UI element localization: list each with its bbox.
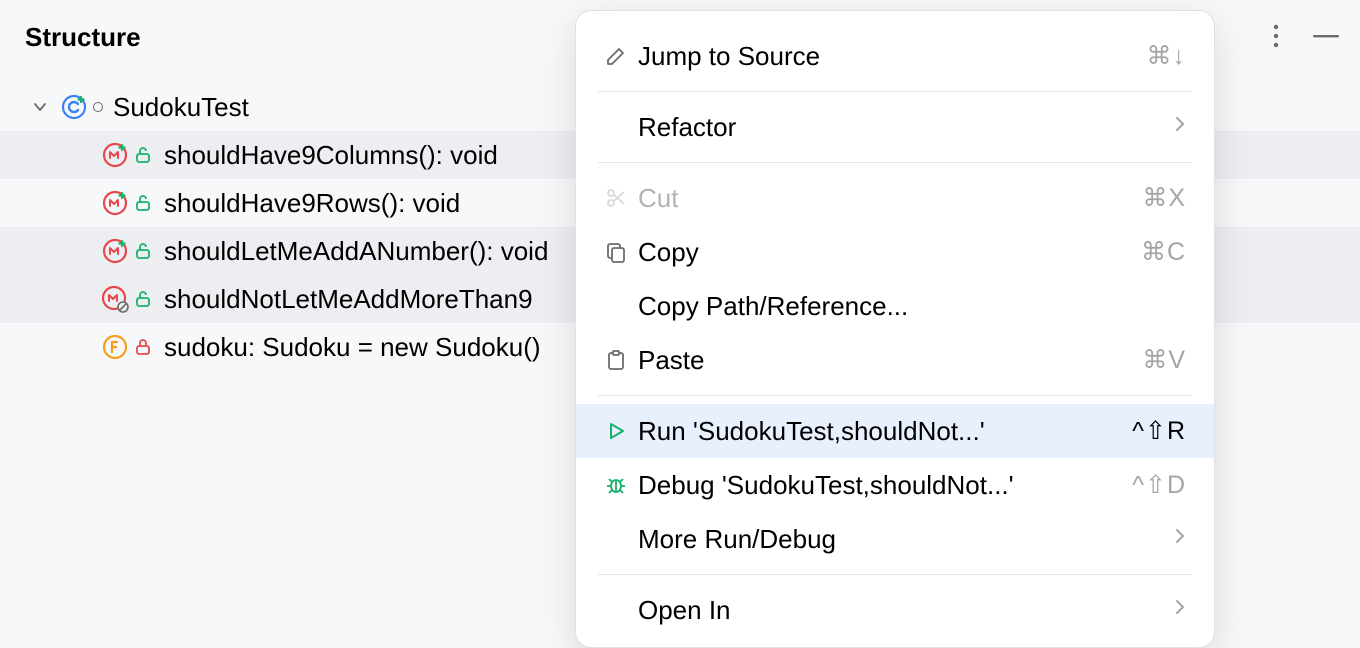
lock-open-icon	[134, 290, 152, 308]
lock-open-icon	[134, 194, 152, 212]
menu-label: Jump to Source	[638, 41, 1147, 72]
method-disabled-icon	[100, 284, 130, 314]
tree-item-label: shouldHave9Columns(): void	[164, 140, 498, 171]
visibility-dot-icon	[93, 102, 103, 112]
menu-shortcut: ⌘X	[1142, 183, 1186, 213]
tree-root-label: SudokuTest	[113, 92, 249, 123]
menu-separator	[598, 162, 1192, 163]
menu-jump-to-source[interactable]: Jump to Source ⌘↓	[576, 29, 1214, 83]
method-icon	[100, 140, 130, 170]
menu-paste[interactable]: Paste ⌘V	[576, 333, 1214, 387]
more-options-icon[interactable]	[1262, 22, 1290, 50]
menu-label: More Run/Debug	[638, 524, 1174, 555]
run-icon	[598, 419, 634, 443]
chevron-right-icon	[1174, 115, 1186, 139]
field-icon	[100, 332, 130, 362]
chevron-right-icon	[1174, 598, 1186, 622]
menu-shortcut: ^⇧R	[1132, 416, 1186, 446]
menu-shortcut: ⌘C	[1141, 237, 1186, 267]
tree-item-label: sudoku: Sudoku = new Sudoku()	[164, 332, 541, 363]
menu-label: Refactor	[638, 112, 1174, 143]
context-menu: Jump to Source ⌘↓ Refactor Cut ⌘X Copy ⌘…	[575, 10, 1215, 648]
clipboard-icon	[598, 348, 634, 372]
menu-shortcut: ⌘↓	[1147, 41, 1187, 71]
menu-label: Paste	[638, 345, 1142, 376]
menu-separator	[598, 395, 1192, 396]
menu-copy-path[interactable]: Copy Path/Reference...	[576, 279, 1214, 333]
method-icon	[100, 188, 130, 218]
menu-label: Run 'SudokuTest,shouldNot...'	[638, 416, 1132, 447]
scissors-icon	[598, 186, 634, 210]
menu-run[interactable]: Run 'SudokuTest,shouldNot...' ^⇧R	[576, 404, 1214, 458]
tree-item-label: shouldHave9Rows(): void	[164, 188, 460, 219]
lock-open-icon	[134, 146, 152, 164]
menu-open-in[interactable]: Open In	[576, 583, 1214, 637]
menu-label: Debug 'SudokuTest,shouldNot...'	[638, 470, 1132, 501]
minimize-icon[interactable]	[1312, 22, 1340, 50]
menu-separator	[598, 574, 1192, 575]
pencil-icon	[598, 44, 634, 68]
chevron-down-icon[interactable]	[25, 92, 55, 122]
lock-closed-icon	[134, 338, 152, 356]
menu-debug[interactable]: Debug 'SudokuTest,shouldNot...' ^⇧D	[576, 458, 1214, 512]
bug-icon	[598, 473, 634, 497]
class-icon	[59, 92, 89, 122]
menu-shortcut: ^⇧D	[1132, 470, 1186, 500]
menu-label: Cut	[638, 183, 1142, 214]
chevron-right-icon	[1174, 527, 1186, 551]
menu-label: Copy Path/Reference...	[638, 291, 1186, 322]
menu-separator	[598, 91, 1192, 92]
copy-icon	[598, 240, 634, 264]
lock-open-icon	[134, 242, 152, 260]
menu-refactor[interactable]: Refactor	[576, 100, 1214, 154]
tree-item-label: shouldLetMeAddANumber(): void	[164, 236, 548, 267]
tree-item-label: shouldNotLetMeAddMoreThan9	[164, 284, 533, 315]
top-toolbar	[1262, 22, 1340, 50]
menu-shortcut: ⌘V	[1142, 345, 1186, 375]
menu-more-run-debug[interactable]: More Run/Debug	[576, 512, 1214, 566]
menu-label: Open In	[638, 595, 1174, 626]
method-icon	[100, 236, 130, 266]
menu-label: Copy	[638, 237, 1141, 268]
menu-cut: Cut ⌘X	[576, 171, 1214, 225]
menu-copy[interactable]: Copy ⌘C	[576, 225, 1214, 279]
